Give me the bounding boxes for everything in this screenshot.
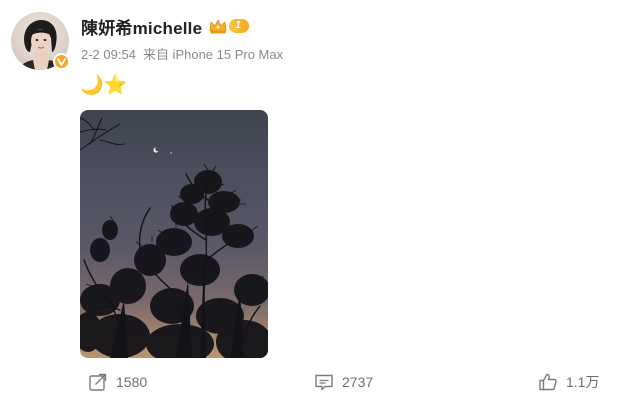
username-link[interactable]: 陳妍希michelle [81,14,202,39]
post-meta: 2-2 09:54 来自 iPhone 15 Pro Max [81,44,290,63]
avatar-container[interactable] [11,12,70,70]
share-button[interactable]: 1580 [88,368,147,396]
comment-count: 2737 [342,374,374,390]
share-count: 1580 [116,374,148,390]
post-source: 来自 iPhone 15 Pro Max [142,47,284,62]
night-tree-photo [80,117,268,358]
post-text: 🌙⭐ [80,75,128,96]
name-row: 陳妍希michelle 1 [81,14,249,38]
like-count: 1.1万 [566,374,600,390]
like-button[interactable]: 1.1万 [538,368,599,396]
action-bar: 1580 2737 1.1万 [0,368,640,396]
comment-icon [314,372,334,392]
post-timestamp[interactable]: 2-2 09:54 [81,47,136,62]
verified-v-icon [53,53,70,70]
vip-level-badge[interactable]: 1 [229,19,249,33]
share-icon [88,372,108,392]
post-image[interactable] [80,110,268,358]
comment-button[interactable]: 2737 [314,368,373,396]
vip-crown-icon[interactable] [208,17,228,35]
weibo-post: 陳妍希michelle 1 2-2 09:54 来自 iPhone 15 Pro … [0,0,640,409]
thumbs-up-icon [538,372,558,392]
